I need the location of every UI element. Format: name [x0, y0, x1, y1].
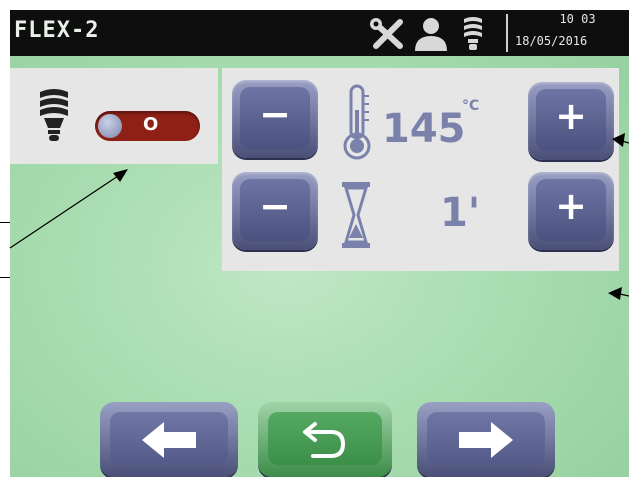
annotation-arrows: [9, 133, 629, 300]
